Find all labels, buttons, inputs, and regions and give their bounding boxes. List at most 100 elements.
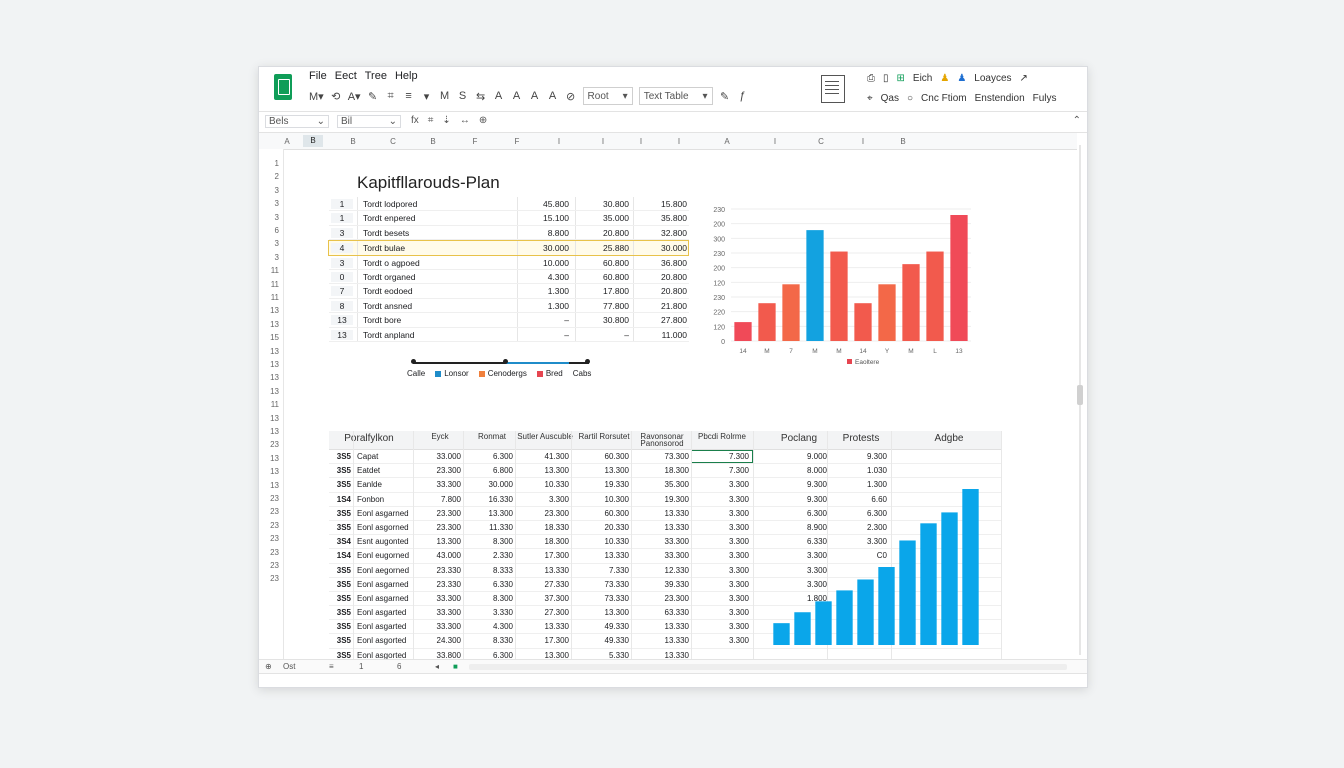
row-label[interactable]: Capat bbox=[357, 452, 378, 461]
column-header[interactable]: B bbox=[423, 137, 443, 146]
column-header[interactable]: C bbox=[383, 137, 403, 146]
extension-button[interactable]: Enstendion bbox=[975, 93, 1025, 104]
column-header[interactable]: I bbox=[853, 137, 873, 146]
cell-value[interactable]: 39.330 bbox=[631, 580, 689, 589]
cell-value[interactable]: 30.800 bbox=[569, 315, 629, 325]
cell-value[interactable]: 18.300 bbox=[515, 537, 569, 546]
menu-help[interactable]: Help bbox=[395, 70, 418, 82]
wrap-icon[interactable]: ⇆ bbox=[475, 90, 487, 103]
cell-value[interactable]: 3.300 bbox=[691, 594, 749, 603]
function-icon[interactable]: fx bbox=[411, 115, 419, 126]
column-header-cell[interactable]: Protests bbox=[829, 434, 893, 444]
cell-value[interactable]: 37.300 bbox=[515, 594, 569, 603]
cell-value[interactable]: 3.300 bbox=[691, 509, 749, 518]
cell-value[interactable]: 23.300 bbox=[417, 466, 461, 475]
cell-value[interactable]: 11.330 bbox=[463, 523, 513, 532]
table-style-select[interactable]: Text Table ▾ bbox=[638, 87, 713, 105]
merge-icon[interactable]: M bbox=[439, 90, 451, 102]
cell-value[interactable]: 19.330 bbox=[571, 480, 629, 489]
cell-value[interactable]: 9.300 bbox=[829, 452, 887, 461]
cell-value[interactable]: 27.300 bbox=[515, 608, 569, 617]
cell-value[interactable]: 7.300 bbox=[691, 466, 749, 475]
cell-value[interactable]: 33.300 bbox=[417, 608, 461, 617]
paint-icon[interactable]: ✎ bbox=[719, 90, 731, 103]
cell-value[interactable]: 3.300 bbox=[691, 608, 749, 617]
cell-value[interactable]: 73.330 bbox=[571, 580, 629, 589]
cell-value[interactable]: 13.330 bbox=[515, 622, 569, 631]
row-label[interactable]: Eonl asgarted bbox=[357, 622, 406, 631]
cell-value[interactable]: 11.000 bbox=[629, 330, 687, 340]
cell-value[interactable]: 20.800 bbox=[629, 272, 687, 282]
row-header[interactable]: 13 bbox=[259, 347, 279, 356]
cell-value[interactable]: 3.300 bbox=[691, 622, 749, 631]
cell-value[interactable]: 4.300 bbox=[499, 272, 569, 282]
cell-value[interactable]: 12.330 bbox=[631, 566, 689, 575]
row-header[interactable]: 13 bbox=[259, 360, 279, 369]
column-header-cell[interactable]: Rartil Rorsutet bbox=[575, 433, 633, 441]
column-header-cell[interactable]: Sutler Auscuble bbox=[517, 433, 573, 441]
cell-value[interactable]: 30.000 bbox=[463, 480, 513, 489]
cell-value[interactable]: 17.300 bbox=[515, 551, 569, 560]
bar[interactable] bbox=[878, 567, 895, 645]
bar[interactable] bbox=[854, 303, 872, 341]
bar[interactable] bbox=[734, 322, 752, 341]
view-select[interactable]: Qas bbox=[881, 93, 899, 104]
cell-value[interactable]: 1.030 bbox=[829, 466, 887, 475]
cell-value[interactable]: 13.300 bbox=[463, 509, 513, 518]
cell-value[interactable]: 3S5 bbox=[329, 608, 351, 617]
cell-value[interactable]: 63.330 bbox=[631, 608, 689, 617]
cell-value[interactable]: 3.300 bbox=[691, 636, 749, 645]
pencil-icon[interactable]: ✎ bbox=[367, 90, 379, 103]
row-header[interactable]: 1 bbox=[259, 159, 279, 168]
horizontal-scrollbar[interactable] bbox=[469, 664, 1067, 670]
user-icon[interactable]: ♟ bbox=[940, 73, 949, 84]
cell-value[interactable]: 8.333 bbox=[463, 566, 513, 575]
cell-value[interactable]: 60.800 bbox=[569, 258, 629, 268]
cell-value[interactable]: 8.800 bbox=[499, 228, 569, 238]
row-header[interactable]: 3 bbox=[259, 186, 279, 195]
cell-value[interactable]: 23.330 bbox=[417, 566, 461, 575]
vertical-scrollbar[interactable] bbox=[1077, 145, 1083, 655]
clear-format-icon[interactable]: ⊘ bbox=[565, 90, 577, 103]
expand-icon[interactable]: ↗ bbox=[1020, 73, 1028, 84]
cell-value[interactable]: 3.300 bbox=[691, 495, 749, 504]
menu-edit[interactable]: Eect bbox=[335, 70, 357, 82]
row-header[interactable]: 13 bbox=[259, 467, 279, 476]
row-header[interactable]: 23 bbox=[259, 574, 279, 583]
bar[interactable] bbox=[794, 612, 811, 645]
cell-value[interactable]: 3.300 bbox=[691, 523, 749, 532]
row-header[interactable]: 23 bbox=[259, 507, 279, 516]
cell-value[interactable]: 73.330 bbox=[571, 594, 629, 603]
cell-value[interactable]: 27.800 bbox=[629, 315, 687, 325]
column-header-cell[interactable]: Poralfylkon bbox=[329, 434, 409, 444]
column-header[interactable]: B bbox=[893, 137, 913, 146]
row-header[interactable]: 23 bbox=[259, 561, 279, 570]
cell-value[interactable]: 23.300 bbox=[631, 594, 689, 603]
font-a2-icon[interactable]: A bbox=[511, 90, 523, 102]
cell-value[interactable]: 45.800 bbox=[499, 199, 569, 209]
row-header[interactable]: 3 bbox=[259, 199, 279, 208]
cell-value[interactable]: 23.300 bbox=[417, 509, 461, 518]
cursor-icon[interactable]: ⌖ bbox=[867, 93, 873, 104]
row-label[interactable]: Esnt augonted bbox=[357, 537, 409, 546]
column-header[interactable]: I bbox=[549, 137, 569, 146]
cell-value[interactable]: 9.000 bbox=[769, 452, 827, 461]
cell-value[interactable]: 24.300 bbox=[417, 636, 461, 645]
dropdown-icon[interactable]: ▾ bbox=[421, 90, 433, 103]
cell-value[interactable]: 3.300 bbox=[691, 566, 749, 575]
cell-value[interactable]: 3S5 bbox=[329, 480, 351, 489]
cell-value[interactable]: 13.330 bbox=[631, 622, 689, 631]
bar[interactable] bbox=[941, 512, 958, 645]
column-header-cell[interactable]: Pbcdi Rolrme bbox=[693, 433, 751, 441]
cell-value[interactable]: – bbox=[569, 330, 629, 340]
fulys-button[interactable]: Fulys bbox=[1033, 93, 1057, 104]
cell-value[interactable]: 4.300 bbox=[463, 622, 513, 631]
document-icon[interactable] bbox=[821, 75, 845, 103]
bottom-bar-chart[interactable] bbox=[759, 487, 991, 647]
cell-value[interactable]: 35.000 bbox=[569, 213, 629, 223]
column-header[interactable]: B bbox=[343, 137, 363, 146]
cell-value[interactable]: 32.800 bbox=[629, 228, 687, 238]
cell-value[interactable]: – bbox=[499, 330, 569, 340]
row-label[interactable]: Tordt bore bbox=[363, 315, 401, 325]
row-label[interactable]: Tordt organed bbox=[363, 272, 415, 282]
